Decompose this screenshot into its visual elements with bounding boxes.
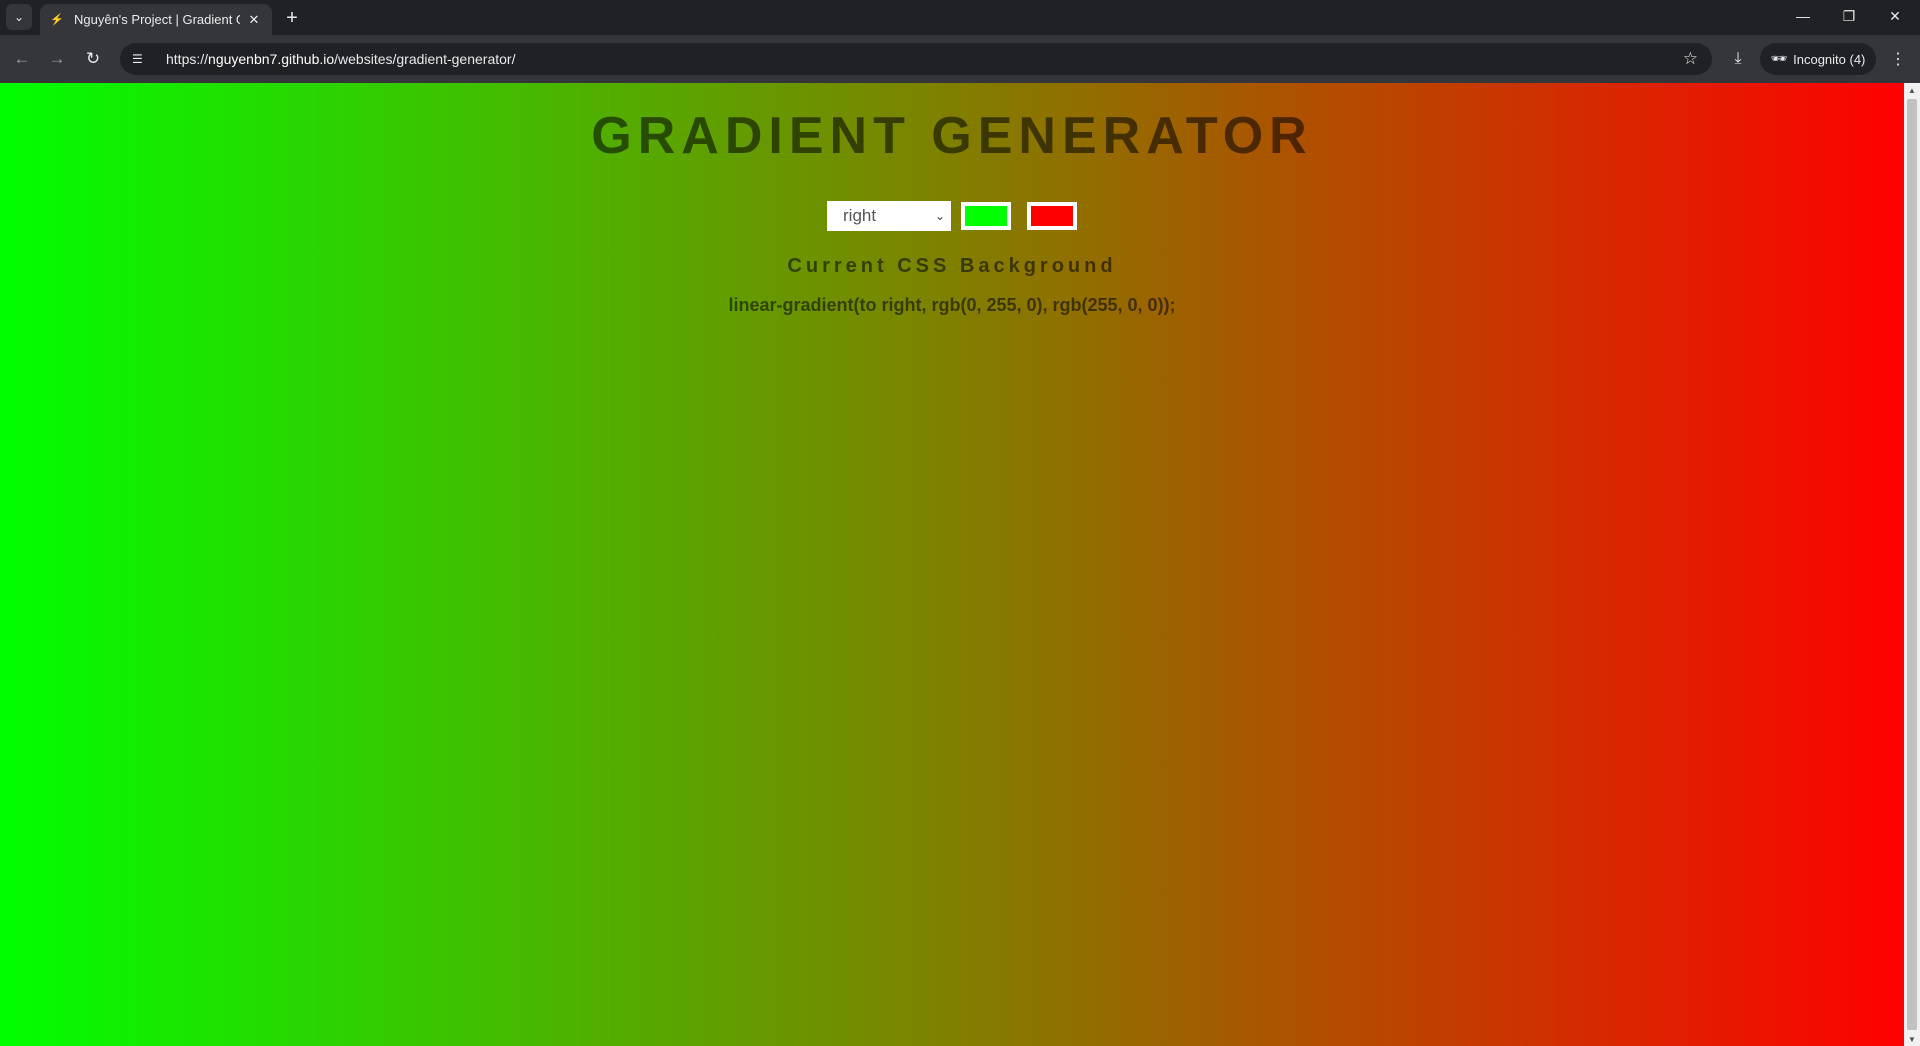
minimize-button[interactable]: — (1780, 0, 1826, 32)
page-title: GRADIENT GENERATOR (591, 107, 1313, 165)
url-host: nguyenbn7.github.io (208, 51, 335, 67)
tab-close-icon[interactable]: ✕ (246, 12, 262, 28)
direction-select[interactable]: right ⌄ (827, 200, 951, 231)
back-button[interactable]: ← (8, 45, 36, 73)
incognito-label: Incognito (4) (1793, 51, 1866, 67)
color-picker-1[interactable] (961, 201, 1011, 230)
download-icon: ⤓ (1734, 50, 1742, 67)
color-swatch-2 (1031, 205, 1073, 226)
chevron-down-icon: ⌄ (13, 10, 25, 24)
gradient-page: GRADIENT GENERATOR right ⌄ Current CSS B… (0, 83, 1904, 1046)
close-window-button[interactable]: ✕ (1872, 0, 1918, 32)
scroll-down-icon[interactable]: ▼ (1904, 1032, 1920, 1046)
url-text[interactable]: https://nguyenbn7.github.io/websites/gra… (166, 51, 515, 67)
forward-button[interactable]: → (43, 45, 71, 73)
scroll-up-icon[interactable]: ▲ (1904, 83, 1920, 97)
incognito-badge[interactable]: 🕶 Incognito (4) (1760, 43, 1876, 75)
reload-icon: ↻ (85, 49, 101, 68)
kebab-menu-icon: ⋮ (1890, 51, 1906, 68)
restore-button[interactable]: ❐ (1826, 0, 1872, 32)
tab-search-button[interactable]: ⌄ (6, 4, 32, 30)
css-background-heading: Current CSS Background (787, 254, 1117, 277)
chevron-down-icon: ⌄ (934, 208, 945, 223)
favicon-icon: ⚡ (50, 14, 64, 26)
reload-button[interactable]: ↻ (79, 45, 107, 73)
browser-tab[interactable]: ⚡ Nguyên's Project | Gradient Ge ✕ (40, 4, 272, 35)
download-button[interactable]: ⤓ (1724, 45, 1752, 73)
arrow-left-icon: ← (13, 49, 31, 68)
tab-strip: ⌄ ⚡ Nguyên's Project | Gradient Ge ✕ + —… (0, 0, 1920, 35)
star-icon[interactable]: ☆ (1683, 49, 1698, 69)
color-picker-2[interactable] (1027, 201, 1077, 230)
css-output-text: linear-gradient(to right, rgb(0, 255, 0)… (728, 294, 1176, 315)
tab-title: Nguyên's Project | Gradient Ge (74, 12, 240, 27)
browser-toolbar: ← → ↻ ☰ https://nguyenbn7.github.io/webs… (0, 35, 1920, 83)
color-swatch-1 (965, 205, 1007, 226)
browser-menu-button[interactable]: ⋮ (1884, 45, 1912, 73)
scrollbar-thumb[interactable] (1907, 99, 1917, 1030)
incognito-icon: 🕶 (1770, 51, 1788, 66)
tune-icon[interactable]: ☰ (132, 52, 150, 66)
url-path: /websites/gradient-generator/ (334, 51, 516, 67)
new-tab-button[interactable]: + (280, 6, 304, 30)
address-bar[interactable]: ☰ https://nguyenbn7.github.io/websites/g… (120, 43, 1712, 75)
url-prefix: https:// (166, 51, 209, 67)
page-scrollbar[interactable]: ▲ ▼ (1904, 83, 1920, 1046)
gradient-controls: right ⌄ (0, 200, 1904, 231)
direction-select-value: right (843, 205, 877, 225)
arrow-right-icon: → (48, 49, 66, 68)
